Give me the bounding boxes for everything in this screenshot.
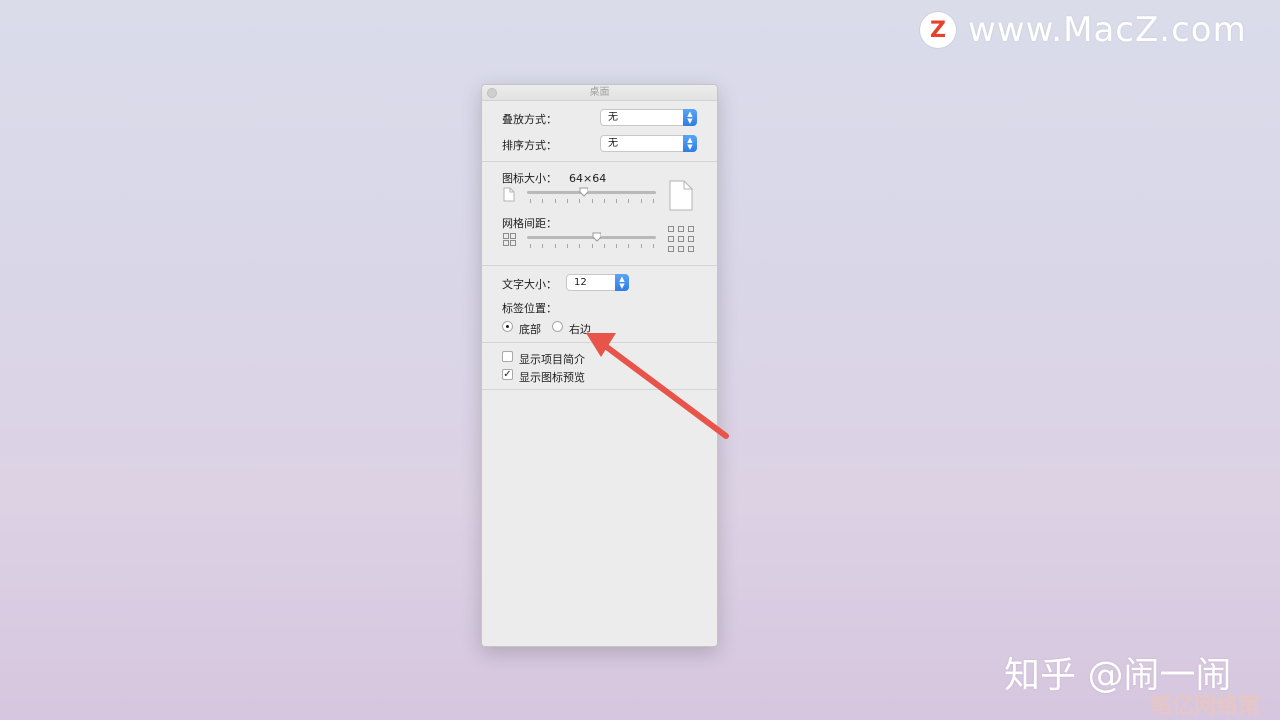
desktop-background: Z www.MacZ.com 桌面 叠放方式： 无 ▲ ▼ 排序方式： 无 ▲ ▼ … [0, 0, 1280, 720]
annotation-arrow-icon [586, 333, 729, 439]
watermark-corner: 笔亿网络策划 [1150, 694, 1261, 719]
